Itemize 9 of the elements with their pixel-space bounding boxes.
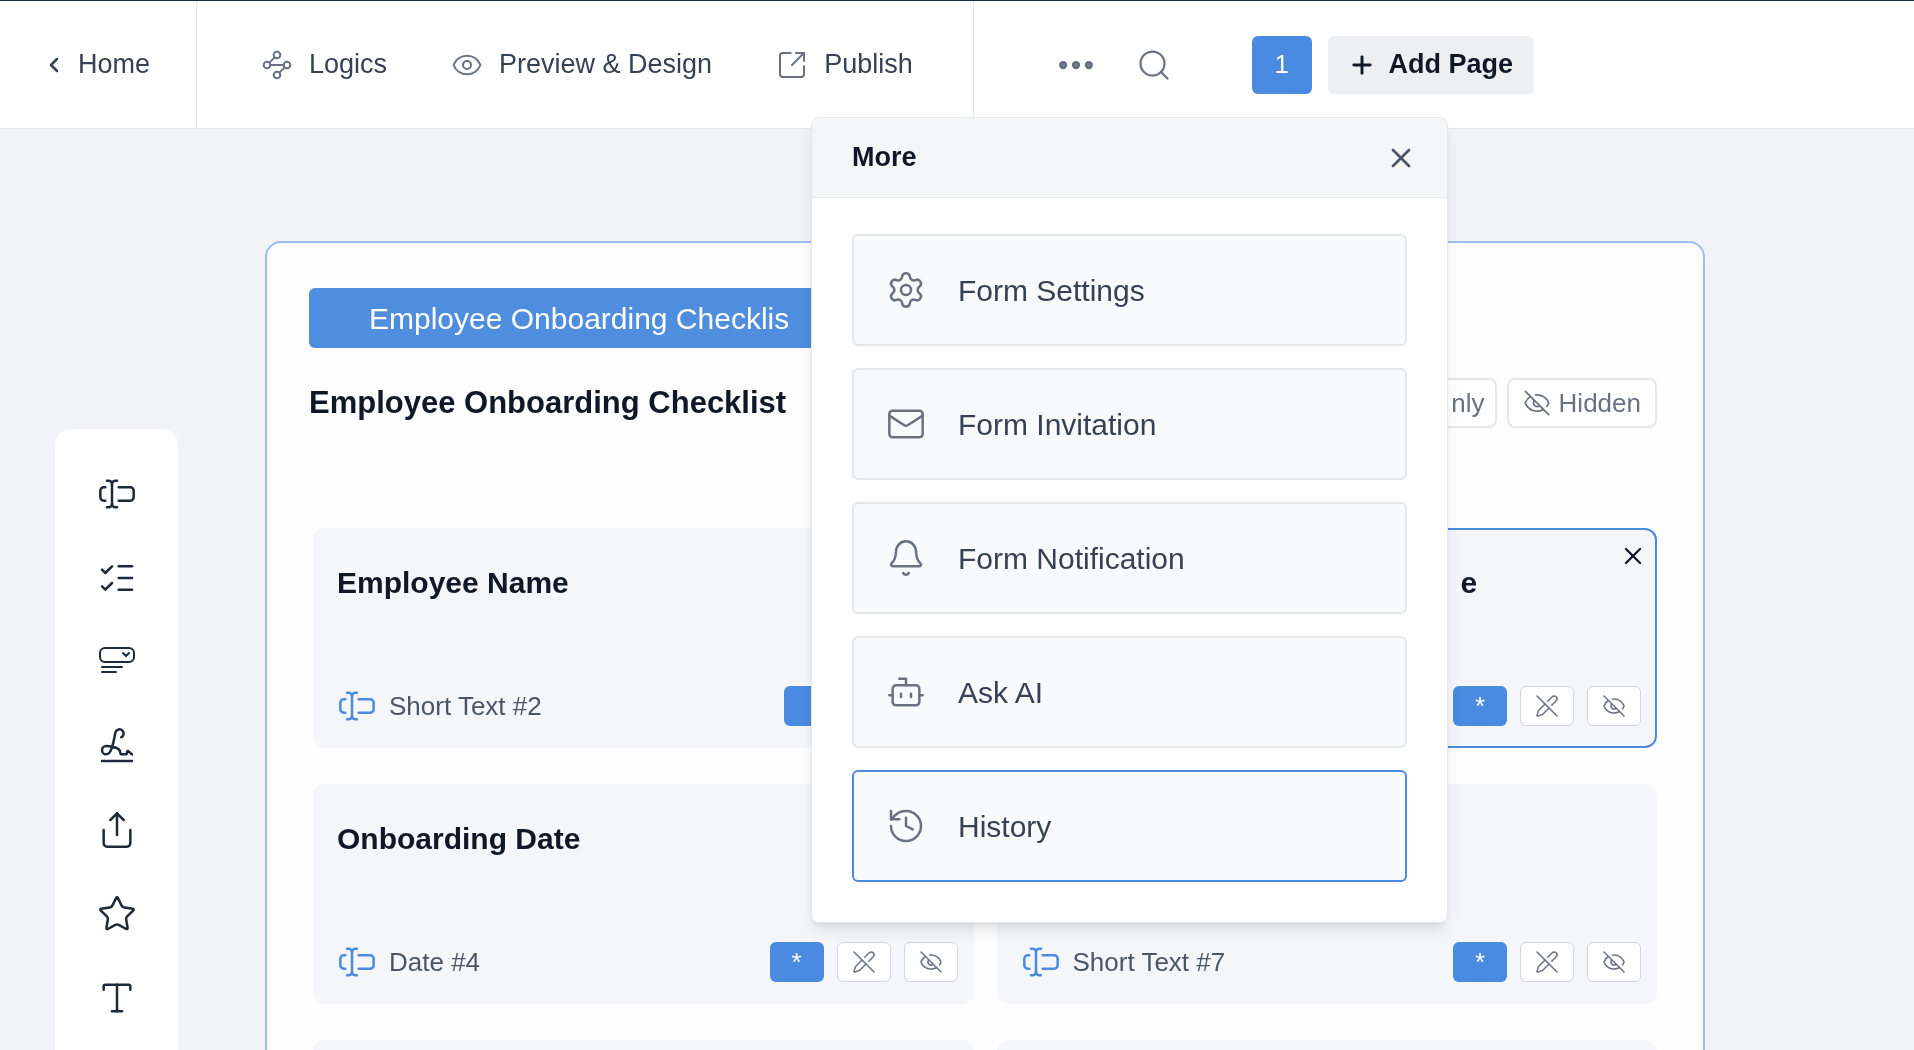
field-title: Onboarding Date <box>337 822 581 855</box>
field-type-label: Short Text #2 <box>389 689 542 723</box>
field-type-label: Date #4 <box>389 945 481 979</box>
form-heading: Employee Onboarding Checklist <box>309 383 787 422</box>
field-title: e <box>1460 566 1478 599</box>
field-title: Employee Name <box>337 566 569 599</box>
field-type-label: Short Text #7 <box>1072 945 1226 979</box>
popover-title: More <box>852 141 917 175</box>
form-title: Employee Onboarding Checklis <box>369 300 790 337</box>
